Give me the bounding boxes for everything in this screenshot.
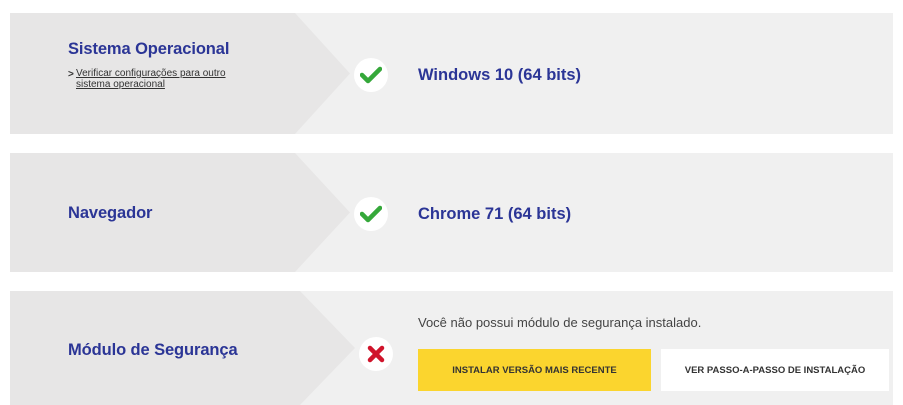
browser-value: Chrome 71 (64 bits) [418, 205, 572, 223]
os-change-link[interactable]: > Verificar configurações para outro sis… [68, 68, 236, 90]
install-steps-button[interactable]: VER PASSO-A-PASSO DE INSTALAÇÃO [661, 349, 889, 391]
security-status-badge [359, 337, 393, 371]
os-label: Sistema Operacional [68, 40, 230, 58]
chevron-right-icon: > [68, 69, 74, 80]
browser-status-badge [354, 197, 388, 231]
browser-check-row: Navegador Chrome 71 (64 bits) [10, 153, 893, 272]
checkmark-icon [360, 66, 382, 84]
security-label: Módulo de Segurança [68, 341, 238, 359]
browser-label: Navegador [68, 204, 153, 222]
checkmark-icon [360, 205, 382, 223]
security-check-row: Módulo de Segurança Você não possui módu… [10, 291, 893, 405]
os-value: Windows 10 (64 bits) [418, 66, 582, 84]
security-status-message: Você não possui módulo de segurança inst… [418, 315, 702, 330]
install-latest-button[interactable]: INSTALAR VERSÃO MAIS RECENTE [418, 349, 651, 391]
browser-arrow-shape [10, 153, 350, 272]
os-check-row: Sistema Operacional > Verificar configur… [10, 13, 893, 134]
cross-icon [367, 345, 385, 363]
os-change-link-text[interactable]: Verificar configurações para outro siste… [76, 68, 236, 90]
os-status-badge [354, 58, 388, 92]
